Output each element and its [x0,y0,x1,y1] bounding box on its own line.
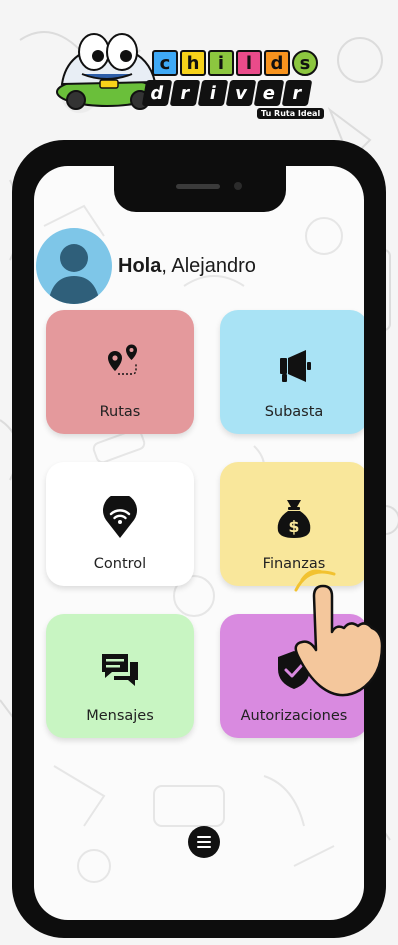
megaphone-icon [280,350,311,382]
tile-rutas[interactable]: Rutas [46,310,194,434]
tile-subasta[interactable]: Subasta [220,310,364,434]
chat-bubbles-icon [102,654,138,686]
route-pins-icon [108,344,137,375]
tile-label: Mensajes [86,708,154,724]
user-silhouette-icon [48,244,100,304]
logo-letter: i [197,80,229,106]
tapping-hand-icon [294,569,384,697]
logo-letter: r [169,80,201,106]
logo-letter: l [236,50,262,76]
svg-text:$: $ [288,517,299,536]
logo-letter: d [141,80,173,106]
avatar[interactable] [36,228,112,304]
logo-letter: s [292,50,318,76]
logo-letter: r [281,80,313,106]
logo-letter: i [208,50,234,76]
greeting-user-name: , Alejandro [161,254,256,277]
front-camera [234,182,242,190]
greeting-text: Hola, Alejandro [118,255,256,278]
logo-letter: h [180,50,206,76]
childs-driver-logo: c h i l d s d r i v e r Tu Ruta Ideal [52,10,352,120]
phone-screen: Hola, Alejandro Rutas Subasta Control $ … [34,166,364,920]
tile-label: Control [93,556,147,572]
phone-frame: Hola, Alejandro Rutas Subasta Control $ … [12,140,386,938]
app-screenshot: c h i l d s d r i v e r Tu Ruta Ideal Ho… [0,0,398,945]
logo-letter: e [253,80,285,106]
tile-label: Rutas [99,404,141,420]
money-bag-icon: $ [277,500,311,538]
logo-word-childs: c h i l d s [152,50,318,76]
greeting-header: Hola, Alejandro [36,228,256,304]
speaker-grille [176,184,220,189]
logo-word-driver: d r i v e r [141,80,313,106]
menu-icon-bar [197,836,211,838]
menu-icon-bar [197,846,211,848]
logo-tagline: Tu Ruta Ideal [257,108,325,119]
menu-icon-bar [197,841,211,843]
logo-letter: v [225,80,257,106]
tile-control[interactable]: Control [46,462,194,586]
tile-mensajes[interactable]: Mensajes [46,614,194,738]
phone-notch [114,166,286,212]
wifi-location-icon [103,496,137,538]
tile-label: Subasta [264,404,324,420]
tile-label: Autorizaciones [240,708,348,724]
logo-letter: c [152,50,178,76]
menu-button[interactable] [188,826,220,858]
greeting-hello: Hola [118,254,162,277]
logo-letter: d [264,50,290,76]
